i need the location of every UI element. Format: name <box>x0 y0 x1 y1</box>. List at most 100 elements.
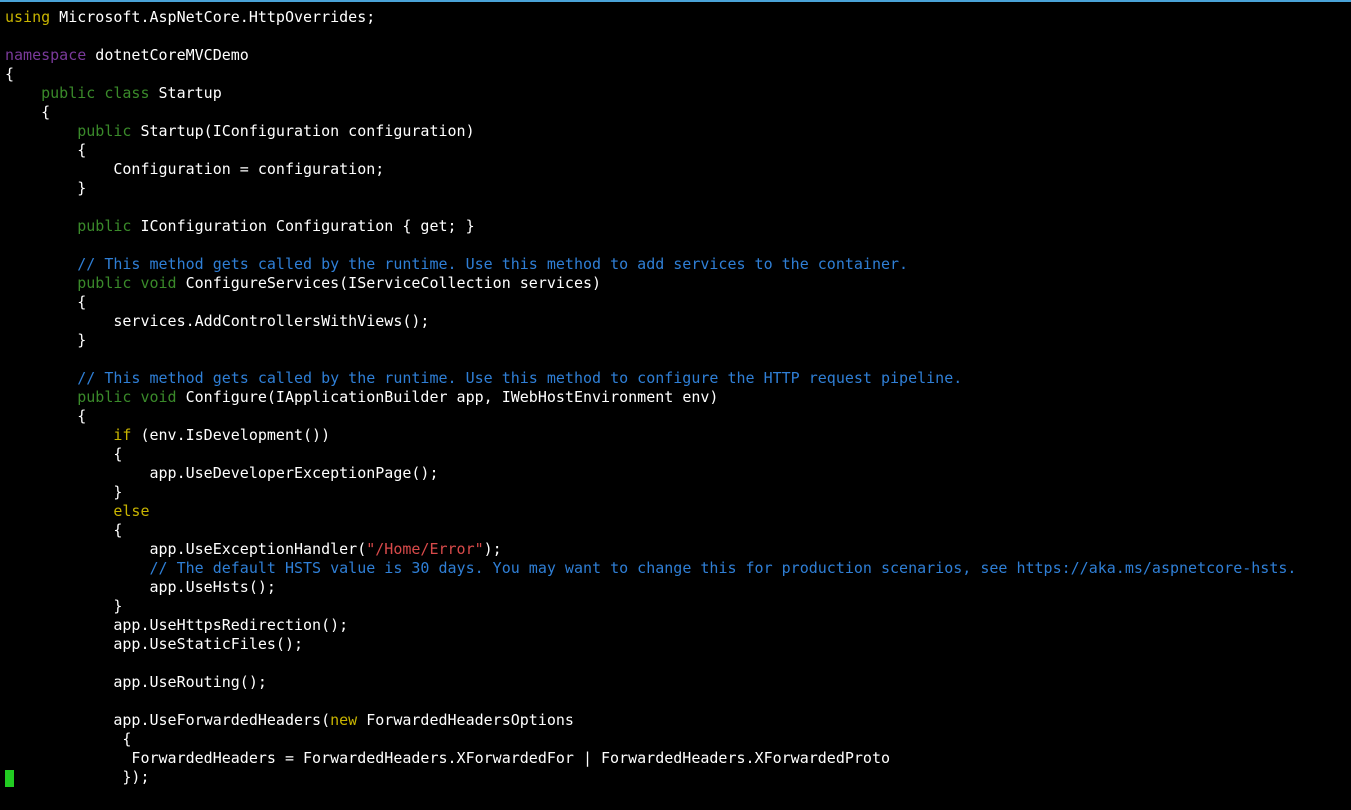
code-token: }); <box>5 768 150 786</box>
code-token-kw-green: void <box>140 388 177 406</box>
code-line[interactable]: { <box>5 730 1296 749</box>
code-token: ForwardedHeadersOptions <box>357 711 574 729</box>
code-token-kw-yellow: using <box>5 8 51 26</box>
code-line[interactable]: namespace dotnetCoreMVCDemo <box>5 46 1296 65</box>
code-token: } <box>5 597 123 615</box>
code-line[interactable] <box>5 350 1296 369</box>
code-editor[interactable]: using Microsoft.AspNetCore.HttpOverrides… <box>5 8 1296 787</box>
code-line[interactable]: } <box>5 483 1296 502</box>
code-token: app.UseDeveloperExceptionPage(); <box>5 464 439 482</box>
code-token: (env.IsDevelopment()) <box>131 426 331 444</box>
code-token: Configure(IApplicationBuilder app, IWebH… <box>176 388 719 406</box>
code-token: } <box>5 331 87 349</box>
code-line[interactable]: Configuration = configuration; <box>5 160 1296 179</box>
code-line[interactable] <box>5 27 1296 46</box>
code-line[interactable]: public void Configure(IApplicationBuilde… <box>5 388 1296 407</box>
code-token-kw-yellow: else <box>113 502 150 520</box>
code-token: app.UseHsts(); <box>5 578 276 596</box>
code-line[interactable]: }); <box>5 768 1296 787</box>
code-line[interactable]: // This method gets called by the runtim… <box>5 369 1296 388</box>
code-line[interactable]: { <box>5 445 1296 464</box>
code-token: } <box>5 483 123 501</box>
code-line[interactable]: { <box>5 407 1296 426</box>
code-line[interactable]: { <box>5 141 1296 160</box>
code-token: app.UseRouting(); <box>5 673 267 691</box>
code-token-kw-yellow: if <box>113 426 132 444</box>
code-token: { <box>5 293 87 311</box>
code-token: Microsoft.AspNetCore.HttpOverrides; <box>50 8 376 26</box>
code-token-kw-green: void <box>140 274 177 292</box>
code-token-kw-green: public <box>77 217 132 235</box>
code-token-kw-green: public <box>77 388 132 406</box>
code-line[interactable] <box>5 236 1296 255</box>
code-token: ConfigureServices(IServiceCollection ser… <box>176 274 602 292</box>
code-line[interactable] <box>5 654 1296 673</box>
code-token-kw-namespace: namespace <box>5 46 87 64</box>
code-token: Configuration = configuration; <box>5 160 385 178</box>
code-token: } <box>5 179 87 197</box>
code-line[interactable]: { <box>5 521 1296 540</box>
code-token: Startup(IConfiguration configuration) <box>131 122 475 140</box>
code-token-comment: // This method gets called by the runtim… <box>77 369 963 387</box>
code-line[interactable]: public void ConfigureServices(IServiceCo… <box>5 274 1296 293</box>
code-line[interactable] <box>5 198 1296 217</box>
code-line[interactable]: app.UseHsts(); <box>5 578 1296 597</box>
code-token: app.UseExceptionHandler( <box>5 540 367 558</box>
code-token: Startup <box>149 84 222 102</box>
code-token-kw-green: public <box>41 84 96 102</box>
code-token-comment: // This method gets called by the runtim… <box>77 255 909 273</box>
code-token-comment: // The default HSTS value is 30 days. Yo… <box>149 559 1297 577</box>
code-line[interactable]: { <box>5 103 1296 122</box>
code-line[interactable]: using Microsoft.AspNetCore.HttpOverrides… <box>5 8 1296 27</box>
code-token: { <box>5 445 123 463</box>
code-line[interactable]: services.AddControllersWithViews(); <box>5 312 1296 331</box>
code-line[interactable]: // The default HSTS value is 30 days. Yo… <box>5 559 1297 578</box>
code-token: { <box>5 141 87 159</box>
code-line[interactable]: if (env.IsDevelopment()) <box>5 426 1296 445</box>
code-line[interactable]: public class Startup <box>5 84 1296 103</box>
code-line[interactable]: ForwardedHeaders = ForwardedHeaders.XFor… <box>5 749 1296 768</box>
code-line[interactable]: app.UseRouting(); <box>5 673 1296 692</box>
code-token: dotnetCoreMVCDemo <box>86 46 249 64</box>
code-token: { <box>5 103 51 121</box>
code-token: app.UseForwardedHeaders( <box>5 711 331 729</box>
code-line[interactable]: app.UseStaticFiles(); <box>5 635 1296 654</box>
code-token-kw-yellow: new <box>330 711 358 729</box>
code-line[interactable]: else <box>5 502 1296 521</box>
code-token-kw-green: public <box>77 122 132 140</box>
code-line[interactable] <box>5 692 1296 711</box>
code-token: app.UseHttpsRedirection(); <box>5 616 349 634</box>
code-token-string: "/Home/Error" <box>366 540 484 558</box>
terminal-window[interactable]: using Microsoft.AspNetCore.HttpOverrides… <box>0 0 1351 810</box>
code-line[interactable]: } <box>5 331 1296 350</box>
code-line[interactable]: public IConfiguration Configuration { ge… <box>5 217 1296 236</box>
code-token: ForwardedHeaders = ForwardedHeaders.XFor… <box>5 749 891 767</box>
code-token: { <box>5 730 132 748</box>
code-token: { <box>5 407 87 425</box>
code-token-kw-green: class <box>104 84 150 102</box>
code-token-kw-green: public <box>77 274 132 292</box>
code-line[interactable]: } <box>5 597 1296 616</box>
code-token: IConfiguration Configuration { get; } <box>131 217 475 235</box>
code-line[interactable]: public Startup(IConfiguration configurat… <box>5 122 1296 141</box>
code-line[interactable]: { <box>5 293 1296 312</box>
code-token: { <box>5 521 123 539</box>
code-line[interactable]: // This method gets called by the runtim… <box>5 255 1296 274</box>
code-token: app.UseStaticFiles(); <box>5 635 304 653</box>
code-line[interactable]: app.UseForwardedHeaders(new ForwardedHea… <box>5 711 1296 730</box>
code-line[interactable]: app.UseExceptionHandler("/Home/Error"); <box>5 540 1296 559</box>
code-line[interactable]: } <box>5 179 1296 198</box>
code-token: ); <box>483 540 502 558</box>
code-line[interactable]: app.UseDeveloperExceptionPage(); <box>5 464 1296 483</box>
code-line[interactable]: { <box>5 65 1296 84</box>
code-line[interactable]: app.UseHttpsRedirection(); <box>5 616 1296 635</box>
